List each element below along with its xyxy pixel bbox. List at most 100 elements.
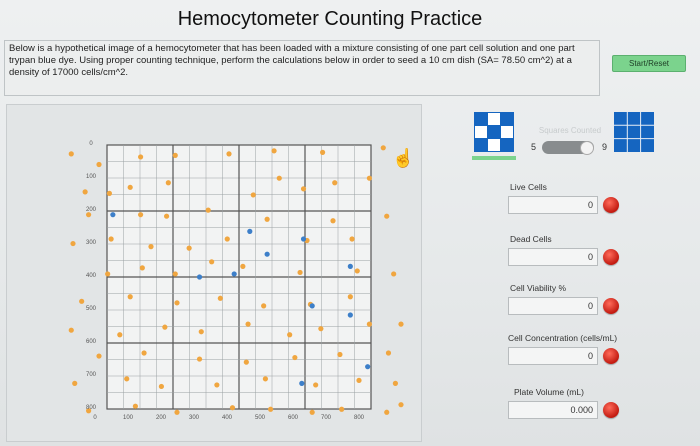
live-cell bbox=[398, 402, 404, 408]
dead-cells-input[interactable]: 0 bbox=[508, 248, 598, 266]
start-reset-button[interactable]: Start/Reset bbox=[612, 55, 686, 72]
live-cell bbox=[174, 300, 180, 306]
y-tick-label: 100 bbox=[86, 174, 97, 180]
live-cell bbox=[261, 303, 267, 309]
live-cell bbox=[72, 380, 78, 386]
live-cell bbox=[70, 240, 76, 247]
live-cell bbox=[297, 269, 303, 276]
live-cell bbox=[127, 184, 133, 190]
live-cell bbox=[108, 236, 114, 242]
live-cell bbox=[337, 351, 343, 358]
live-cell bbox=[79, 298, 85, 304]
live-cell bbox=[354, 268, 360, 274]
live-cell bbox=[332, 180, 338, 186]
live-cell bbox=[349, 236, 355, 242]
live-cell bbox=[250, 192, 256, 198]
live-cell bbox=[209, 259, 215, 265]
x-tick-label: 500 bbox=[255, 415, 266, 421]
live-cell bbox=[138, 212, 144, 218]
live-cell bbox=[196, 356, 203, 362]
live-cell bbox=[292, 354, 298, 361]
squares-all-icon[interactable] bbox=[614, 112, 654, 152]
x-tick-label: 700 bbox=[321, 415, 332, 421]
live-cell bbox=[366, 175, 372, 181]
live-cell bbox=[106, 190, 112, 196]
live-cell bbox=[229, 405, 236, 411]
live-cells-input[interactable]: 0 bbox=[508, 196, 598, 214]
squares-counted-toggle[interactable]: 5 9 bbox=[528, 140, 612, 156]
live-cell bbox=[347, 294, 353, 300]
y-tick-label: 800 bbox=[86, 405, 97, 411]
live-cell bbox=[330, 218, 336, 224]
toggle-min-label: 5 bbox=[531, 142, 537, 152]
instructions-text: Below is a hypothetical image of a hemoc… bbox=[4, 40, 600, 96]
live-cells-label: Live Cells bbox=[510, 182, 547, 192]
y-tick-label: 600 bbox=[86, 339, 97, 345]
page: Hemocytometer Counting Practice Below is… bbox=[0, 0, 700, 446]
dead-cells-status-icon bbox=[603, 249, 619, 265]
live-cell bbox=[245, 321, 251, 327]
dead-cell bbox=[309, 303, 315, 309]
cell-concentration-status-icon bbox=[603, 348, 619, 364]
toggle-track[interactable] bbox=[542, 141, 594, 155]
y-tick-label: 0 bbox=[89, 141, 93, 147]
live-cell bbox=[243, 359, 249, 365]
dead-cell bbox=[347, 312, 353, 318]
dead-cell bbox=[347, 263, 353, 269]
live-cell bbox=[287, 332, 293, 338]
live-cell bbox=[198, 329, 204, 335]
squares-few-icon[interactable] bbox=[474, 112, 514, 152]
x-tick-label: 0 bbox=[93, 415, 97, 421]
live-cell bbox=[366, 321, 372, 327]
toggle-knob[interactable] bbox=[580, 141, 594, 155]
x-tick-label: 200 bbox=[156, 415, 167, 421]
dead-cell bbox=[196, 274, 203, 280]
live-cell bbox=[391, 271, 397, 277]
hemocytometer-panel: 0 100 200 300 400 500 600 700 800 0 100 200 300 400 50… bbox=[6, 104, 422, 442]
dead-cell bbox=[264, 251, 270, 257]
x-tick-label: 800 bbox=[354, 415, 365, 421]
cell-viability-input[interactable]: 0 bbox=[508, 297, 598, 315]
live-cell bbox=[105, 271, 111, 277]
dead-cell bbox=[231, 271, 237, 277]
live-cell bbox=[164, 213, 170, 219]
live-cell bbox=[148, 244, 154, 250]
dead-cell bbox=[110, 212, 116, 218]
cell-viability-label: Cell Viability % bbox=[510, 283, 567, 293]
live-cell bbox=[186, 245, 192, 251]
dead-cell bbox=[299, 380, 305, 386]
live-cell bbox=[162, 324, 168, 330]
cell-concentration-label: Cell Concentration (cells/mL) bbox=[508, 333, 618, 343]
live-cell bbox=[96, 161, 102, 168]
live-cell bbox=[380, 145, 386, 151]
live-cell bbox=[214, 382, 220, 388]
live-cell bbox=[124, 376, 130, 382]
dead-cell bbox=[365, 364, 371, 370]
live-cell bbox=[158, 383, 164, 390]
live-cell bbox=[320, 149, 326, 155]
hemocytometer-grid[interactable]: 0 100 200 300 400 500 600 700 800 0 100 200 300 400 50… bbox=[7, 105, 421, 441]
live-cell bbox=[138, 154, 144, 160]
live-cell bbox=[141, 350, 147, 356]
live-cell bbox=[96, 353, 102, 359]
live-cell bbox=[276, 175, 282, 181]
x-tick-label: 300 bbox=[189, 415, 200, 421]
dead-cell bbox=[300, 236, 307, 242]
cell-concentration-input[interactable]: 0 bbox=[508, 347, 598, 365]
live-cell bbox=[264, 216, 270, 222]
live-cell bbox=[356, 377, 362, 383]
hand-cursor-icon: ☝ bbox=[392, 148, 415, 168]
plate-volume-label: Plate Volume (mL) bbox=[514, 387, 584, 397]
y-tick-label: 700 bbox=[86, 372, 97, 378]
live-cell bbox=[385, 350, 392, 356]
toggle-max-label: 9 bbox=[602, 142, 608, 152]
live-cell bbox=[384, 409, 390, 415]
live-cell bbox=[262, 376, 268, 382]
live-cell bbox=[268, 406, 274, 412]
live-cells-status-icon bbox=[603, 197, 619, 213]
page-title: Hemocytometer Counting Practice bbox=[177, 8, 483, 30]
live-cell bbox=[68, 327, 74, 333]
y-tick-label: 500 bbox=[86, 306, 97, 312]
live-cell bbox=[139, 265, 145, 271]
plate-volume-input[interactable]: 0.000 bbox=[508, 401, 598, 419]
